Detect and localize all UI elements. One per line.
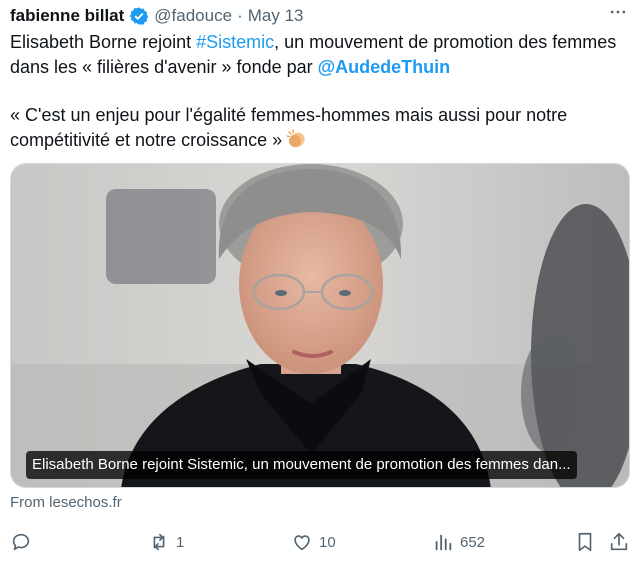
card-caption: Elisabeth Borne rejoint Sistemic, un mou…	[26, 451, 577, 479]
like-count: 10	[319, 533, 336, 551]
like-button[interactable]: 10	[291, 528, 336, 556]
card-source[interactable]: From lesechos.fr	[10, 494, 122, 511]
views-count: 652	[460, 533, 486, 551]
views-button[interactable]: 652	[432, 528, 485, 556]
retweet-icon	[153, 533, 165, 551]
mention-link[interactable]: @AudedeThuin	[318, 57, 451, 77]
reply-icon	[12, 533, 30, 551]
like-icon	[294, 535, 310, 551]
link-card[interactable]: Elisabeth Borne rejoint Sistemic, un mou…	[10, 163, 630, 488]
hashtag-link[interactable]: #Sistemic	[196, 32, 274, 52]
author-handle[interactable]: @fadouce	[154, 6, 232, 26]
clapping-hands-emoji-icon	[285, 128, 307, 150]
more-icon[interactable]	[606, 0, 630, 24]
bookmark-icon	[578, 532, 592, 552]
article-photo	[11, 164, 629, 487]
tweet-paragraph-2: « C'est un enjeu pour l'égalité femmes-h…	[10, 103, 628, 152]
share-icon	[610, 532, 628, 551]
separator-dot: ·	[237, 6, 243, 25]
tweet-paragraph-1: Elisabeth Borne rejoint #Sistemic, un mo…	[10, 30, 628, 79]
tweet-header: fabienne billat @fadouce · May 13	[10, 4, 628, 28]
bookmark-button[interactable]	[574, 528, 596, 556]
action-bar: 1 10 652	[0, 528, 638, 556]
author-name[interactable]: fabienne billat	[10, 6, 124, 26]
tweet-text: Elisabeth Borne rejoint #Sistemic, un mo…	[10, 30, 628, 152]
share-button[interactable]	[608, 528, 630, 556]
tweet-date[interactable]: May 13	[248, 6, 304, 26]
views-icon	[435, 534, 452, 551]
text-part-1: Elisabeth Borne rejoint	[10, 32, 197, 52]
reply-button[interactable]	[10, 528, 38, 556]
verified-badge-icon	[129, 6, 149, 26]
retweet-count: 1	[176, 533, 185, 551]
retweet-button[interactable]: 1	[148, 528, 184, 556]
